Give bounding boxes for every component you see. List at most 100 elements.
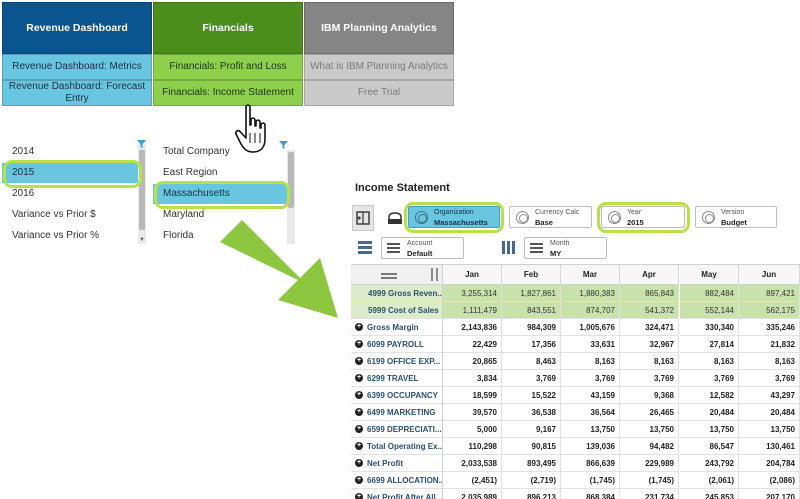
table-cell[interactable]: (2,061) xyxy=(680,472,739,489)
nav-tile-revenue-dashboard[interactable]: Revenue Dashboard xyxy=(2,2,152,54)
row-header[interactable]: 5999 Cost of Sales xyxy=(351,302,443,319)
table-cell[interactable]: 243,792 xyxy=(680,455,739,472)
nav-link-revenue-forecast-entry[interactable]: Revenue Dashboard: Forecast Entry xyxy=(2,80,152,106)
table-cell[interactable]: 139,036 xyxy=(561,438,620,455)
table-cell[interactable]: 130,461 xyxy=(739,438,800,455)
collapse-panel-button[interactable] xyxy=(352,205,374,231)
table-cell[interactable]: 552,144 xyxy=(680,302,739,319)
table-cell[interactable]: 3,255,314 xyxy=(443,285,502,302)
table-cell[interactable]: 2,035,989 xyxy=(443,489,502,499)
table-cell[interactable]: 1,880,383 xyxy=(561,285,620,302)
row-header[interactable]: +6299 TRAVEL xyxy=(351,370,443,387)
menu-bars-icon[interactable] xyxy=(381,273,397,279)
table-cell[interactable]: 3,769 xyxy=(502,370,561,387)
table-cell[interactable]: 3,769 xyxy=(620,370,679,387)
expand-plus-icon[interactable]: + xyxy=(355,442,363,450)
table-cell[interactable]: 39,570 xyxy=(443,404,502,421)
list-item-2014[interactable]: 2014 xyxy=(2,142,138,162)
table-cell[interactable]: 12,582 xyxy=(680,387,739,404)
table-cell[interactable]: 843,551 xyxy=(502,302,561,319)
dimension-month[interactable]: Month MY xyxy=(524,237,607,259)
nav-link-income-statement[interactable]: Financials: Income Statement xyxy=(153,80,303,106)
dimension-version[interactable]: Version Budget xyxy=(695,206,777,228)
expand-plus-icon[interactable]: + xyxy=(355,408,363,416)
nav-link-profit-and-loss[interactable]: Financials: Profit and Loss xyxy=(153,54,303,80)
expand-plus-icon[interactable]: + xyxy=(355,493,363,499)
filter-funnel-icon[interactable] xyxy=(279,141,288,149)
column-header-may[interactable]: May xyxy=(680,265,739,285)
expand-plus-icon[interactable]: + xyxy=(355,459,363,467)
list-item-variance-dollar[interactable]: Variance vs Prior $ xyxy=(2,205,138,225)
rows-axis-icon[interactable] xyxy=(358,241,372,254)
table-cell[interactable]: 868,384 xyxy=(561,489,620,499)
table-cell[interactable]: 13,750 xyxy=(680,421,739,438)
table-cell[interactable]: 3,834 xyxy=(443,370,502,387)
table-cell[interactable]: 330,340 xyxy=(680,319,739,336)
nav-tile-ibm-planning-analytics[interactable]: IBM Planning Analytics xyxy=(304,2,454,54)
list-item-east-region[interactable]: East Region xyxy=(153,163,287,183)
table-cell[interactable]: 866,639 xyxy=(561,455,620,472)
table-cell[interactable]: 21,832 xyxy=(739,336,800,353)
row-header[interactable]: 4999 Gross Reven... xyxy=(351,285,443,302)
table-cell[interactable]: 324,471 xyxy=(620,319,679,336)
table-cell[interactable]: 3,769 xyxy=(561,370,620,387)
row-header[interactable]: +6599 DEPRECIATI... xyxy=(351,421,443,438)
nav-tile-financials[interactable]: Financials xyxy=(153,2,303,54)
row-header[interactable]: +6099 PAYROLL xyxy=(351,336,443,353)
table-cell[interactable]: 8,463 xyxy=(502,353,561,370)
row-header[interactable]: + Total Operating Ex... xyxy=(351,438,443,455)
table-cell[interactable]: 13,750 xyxy=(739,421,800,438)
nav-link-free-trial[interactable]: Free Trial xyxy=(304,80,454,106)
table-cell[interactable]: 27,814 xyxy=(680,336,739,353)
table-cell[interactable]: 231,734 xyxy=(620,489,679,499)
table-cell[interactable]: 897,421 xyxy=(739,285,800,302)
table-cell[interactable]: 43,297 xyxy=(739,387,800,404)
table-cell[interactable]: 17,356 xyxy=(502,336,561,353)
column-header-apr[interactable]: Apr xyxy=(620,265,679,285)
table-cell[interactable]: 882,484 xyxy=(680,285,739,302)
table-cell[interactable]: 3,769 xyxy=(680,370,739,387)
table-cell[interactable]: (1,745) xyxy=(561,472,620,489)
table-cell[interactable]: 1,111,479 xyxy=(443,302,502,319)
table-cell[interactable]: 86,547 xyxy=(680,438,739,455)
table-cell[interactable]: (2,719) xyxy=(502,472,561,489)
table-cell[interactable]: 2,143,836 xyxy=(443,319,502,336)
table-cell[interactable]: 18,599 xyxy=(443,387,502,404)
filter-funnel-icon[interactable] xyxy=(137,140,146,148)
table-cell[interactable]: 8,163 xyxy=(739,353,800,370)
row-header[interactable]: + Gross Margin xyxy=(351,319,443,336)
table-cell[interactable]: 893,495 xyxy=(502,455,561,472)
expand-plus-icon[interactable]: + xyxy=(355,425,363,433)
table-cell[interactable]: 896,213 xyxy=(502,489,561,499)
list-item-total-company[interactable]: Total Company xyxy=(153,142,287,162)
expand-plus-icon[interactable]: + xyxy=(355,476,363,484)
columns-axis-icon[interactable] xyxy=(502,241,516,254)
scroll-down-arrow-icon[interactable]: ▼ xyxy=(138,236,146,244)
expand-plus-icon[interactable]: + xyxy=(355,340,363,348)
table-cell[interactable]: 9,167 xyxy=(502,421,561,438)
table-cell[interactable]: 335,246 xyxy=(739,319,800,336)
row-header[interactable]: +6699 ALLOCATION... xyxy=(351,472,443,489)
table-cell[interactable]: 8,163 xyxy=(680,353,739,370)
table-cell[interactable]: (1,745) xyxy=(620,472,679,489)
table-cell[interactable]: (2,451) xyxy=(443,472,502,489)
table-cell[interactable]: 13,750 xyxy=(561,421,620,438)
column-header-jun[interactable]: Jun xyxy=(739,265,800,285)
table-cell[interactable]: 9,368 xyxy=(620,387,679,404)
nav-link-what-is-ibm-planning-analytics[interactable]: What is IBM Planning Analytics xyxy=(304,54,454,80)
list-item-variance-percent[interactable]: Variance vs Prior % xyxy=(2,226,138,246)
table-cell[interactable]: 110,298 xyxy=(443,438,502,455)
column-header-feb[interactable]: Feb xyxy=(502,265,561,285)
expand-plus-icon[interactable]: + xyxy=(355,323,363,331)
row-header[interactable]: + Net Profit After All... xyxy=(351,489,443,499)
table-cell[interactable]: 43,159 xyxy=(561,387,620,404)
table-cell[interactable]: 1,005,676 xyxy=(561,319,620,336)
swap-dimensions-icon[interactable] xyxy=(387,211,403,225)
table-cell[interactable]: 36,538 xyxy=(502,404,561,421)
column-header-jan[interactable]: Jan xyxy=(443,265,502,285)
table-cell[interactable]: 20,865 xyxy=(443,353,502,370)
expand-plus-icon[interactable]: + xyxy=(355,374,363,382)
table-cell[interactable]: 207,170 xyxy=(739,489,800,499)
row-header[interactable]: + Net Profit xyxy=(351,455,443,472)
table-cell[interactable]: 229,989 xyxy=(620,455,679,472)
